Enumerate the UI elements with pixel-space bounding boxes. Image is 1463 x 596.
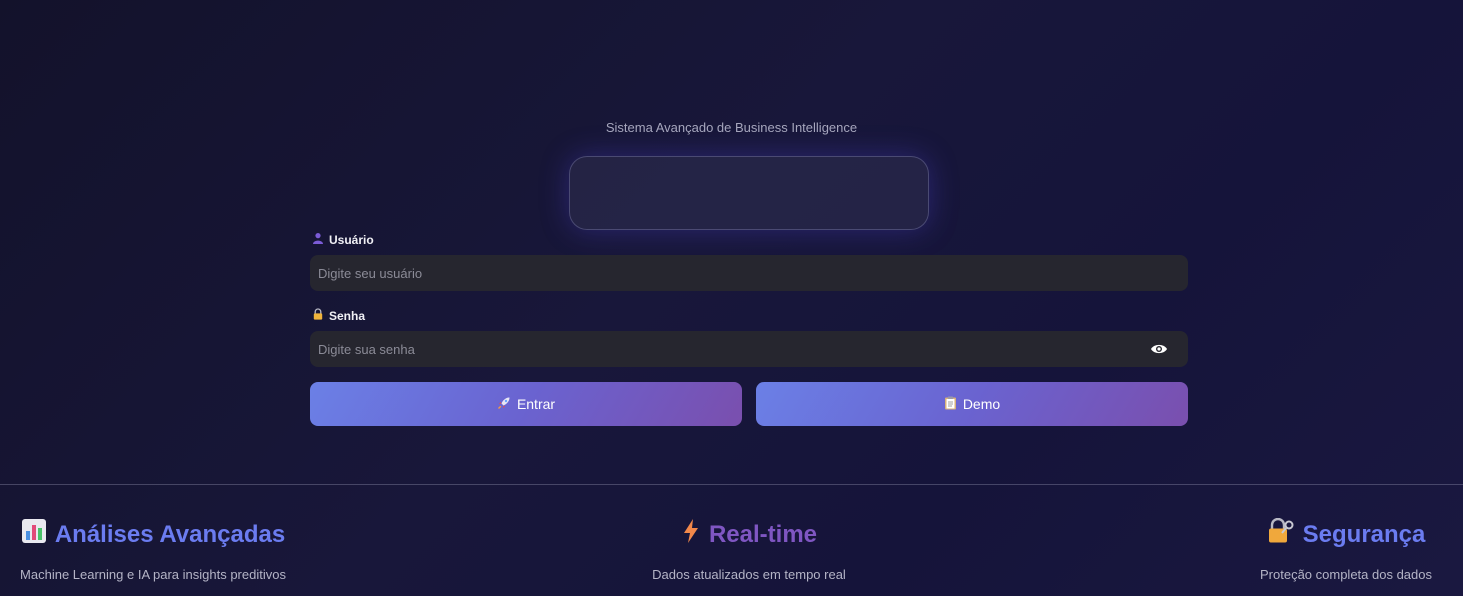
feature-realtime-description: Dados atualizados em tempo real	[652, 567, 846, 582]
login-button[interactable]: Entrar	[310, 382, 742, 426]
password-label-text: Senha	[329, 308, 366, 323]
section-divider	[0, 484, 1463, 485]
clipboard-icon	[944, 396, 957, 413]
login-button-label: Entrar	[516, 396, 556, 412]
feature-analytics: Análises Avançadas Machine Learning e IA…	[16, 518, 290, 582]
app-subtitle: Sistema Avançado de Business Intelligenc…	[605, 120, 858, 135]
feature-security: Segurança Proteção completa dos dados	[1250, 517, 1442, 582]
lightning-icon	[681, 518, 701, 551]
lock-key-icon	[1267, 517, 1295, 551]
lock-icon	[312, 308, 324, 323]
feature-security-description: Proteção completa dos dados	[1260, 567, 1432, 582]
user-icon	[312, 232, 324, 247]
password-input[interactable]	[318, 341, 1188, 357]
password-label: Senha	[312, 308, 365, 323]
logo-placeholder-card	[569, 156, 929, 230]
username-field[interactable]	[310, 255, 1188, 291]
rocket-icon	[497, 396, 511, 413]
feature-realtime: Real-time Dados atualizados em tempo rea…	[619, 518, 879, 582]
username-input[interactable]	[318, 265, 1188, 281]
demo-button-label: Demo	[962, 396, 1001, 412]
username-label: Usuário	[312, 232, 374, 247]
feature-security-title: Segurança	[1302, 520, 1426, 548]
feature-analytics-description: Machine Learning e IA para insights pred…	[20, 567, 286, 582]
demo-button[interactable]: Demo	[756, 382, 1188, 426]
eye-icon[interactable]	[1150, 341, 1168, 357]
feature-analytics-title: Análises Avançadas	[54, 520, 286, 548]
feature-realtime-title: Real-time	[708, 520, 818, 548]
bar-chart-icon	[21, 518, 47, 551]
password-field[interactable]	[310, 331, 1188, 367]
username-label-text: Usuário	[329, 232, 374, 247]
